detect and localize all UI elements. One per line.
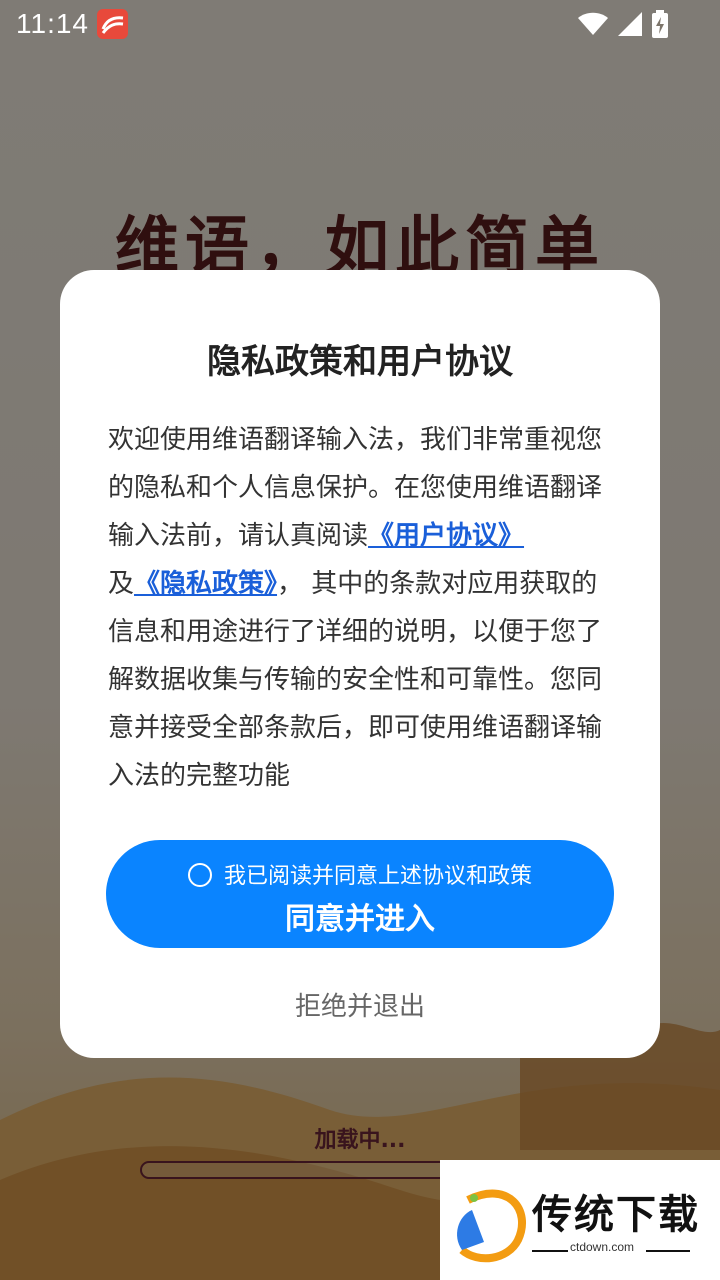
status-time: 11:14	[16, 8, 89, 39]
dialog-body: 欢迎使用维语翻译输入法，我们非常重视您的隐私和个人信息保护。在您使用维语翻译输入…	[108, 416, 614, 800]
wifi-icon	[578, 12, 608, 35]
consent-radio-icon[interactable]	[187, 863, 212, 887]
watermark: 传统下载 ctdown.com	[440, 1160, 720, 1280]
consent-label: 我已阅读并同意上述协议和政策	[223, 864, 532, 889]
consent-checkbox-row[interactable]: 我已阅读并同意上述协议和政策	[106, 858, 614, 890]
battery-charging-icon	[652, 10, 668, 38]
dialog-title: 隐私政策和用户协议	[207, 342, 513, 382]
watermark-url: ctdown.com	[570, 1240, 635, 1254]
status-bar: 11:14	[0, 0, 720, 48]
watermark-rule-right	[646, 1250, 690, 1252]
body-text-and: 及	[108, 569, 135, 599]
body-text-intro: 欢迎使用维语翻译输入法，我们非常重视您的隐私和个人信息保护。在您使用维语翻译输入…	[108, 425, 603, 551]
app-notification-icon	[97, 9, 128, 39]
watermark-rule-left	[532, 1250, 568, 1252]
privacy-policy-link[interactable]: 《隐私政策》	[134, 569, 277, 599]
agree-button-label: 同意并进入	[285, 902, 435, 937]
watermark-logo-icon	[457, 1189, 526, 1263]
body-text-rest: ， 其中的条款对应用获取的信息和用途进行了详细的说明，以便于您了解数据收集与传输…	[108, 569, 603, 791]
agree-and-enter-button[interactable]: 我已阅读并同意上述协议和政策 同意并进入	[106, 840, 614, 948]
user-agreement-link[interactable]: 《用户协议》	[368, 521, 524, 551]
reject-and-exit-button[interactable]: 拒绝并退出	[60, 986, 660, 1023]
signal-icon	[618, 12, 642, 36]
watermark-brand: 传统下载	[532, 1192, 700, 1238]
privacy-dialog: 隐私政策和用户协议 欢迎使用维语翻译输入法，我们非常重视您的隐私和个人信息保护。…	[60, 270, 660, 1058]
